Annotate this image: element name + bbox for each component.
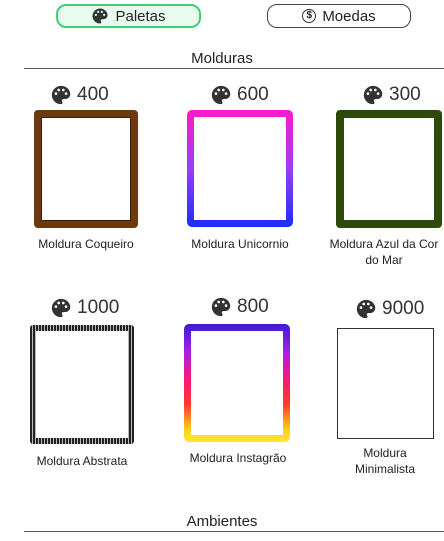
palette-icon: [210, 84, 232, 106]
item-label: Moldura Abstrata: [36, 454, 128, 468]
frame-instagrao[interactable]: [184, 324, 290, 442]
price-value: 600: [237, 84, 269, 105]
palette-icon: [210, 296, 232, 318]
frame-minimalista[interactable]: [337, 328, 434, 439]
price-value: 1000: [77, 297, 120, 318]
tab-paletas-label: Paletas: [115, 7, 166, 25]
price-tag: 800: [210, 296, 269, 318]
frame-abstrata[interactable]: [30, 325, 134, 444]
section-title-molduras: Molduras: [191, 50, 253, 67]
section-divider: [24, 68, 444, 69]
frame-unicornio[interactable]: [187, 110, 293, 227]
item-label: Moldura Unicornio: [191, 237, 289, 251]
price-tag: 600: [210, 84, 269, 106]
palette-icon: [362, 84, 384, 106]
palette-icon: [50, 84, 72, 106]
item-label: Moldura Azul da Cor do Mar: [329, 237, 439, 267]
palette-icon: [91, 7, 109, 25]
tab-paletas[interactable]: Paletas: [56, 4, 201, 28]
section-title-ambientes: Ambientes: [186, 513, 258, 530]
item-label: Moldura Coqueiro: [38, 237, 134, 251]
item-label: Moldura Instagrão: [189, 451, 287, 465]
price-value: 300: [389, 84, 421, 105]
price-tag: 300: [362, 84, 421, 106]
palette-icon: [355, 298, 377, 320]
price-tag: 1000: [50, 297, 119, 319]
price-value: 400: [77, 84, 109, 105]
price-tag: 9000: [355, 298, 424, 320]
section-divider: [24, 531, 444, 532]
price-value: 9000: [382, 298, 425, 319]
frame-coqueiro[interactable]: [34, 110, 138, 228]
coin-icon: $: [302, 9, 317, 23]
tab-moedas-label: Moedas: [322, 7, 376, 25]
frame-azul-da-cor-do-mar[interactable]: [336, 110, 442, 228]
item-label: Moldura Minimalista: [354, 446, 415, 476]
tab-moedas[interactable]: $ Moedas: [267, 4, 411, 28]
palette-icon: [50, 297, 72, 319]
price-tag: 400: [50, 84, 109, 106]
price-value: 800: [237, 296, 269, 317]
